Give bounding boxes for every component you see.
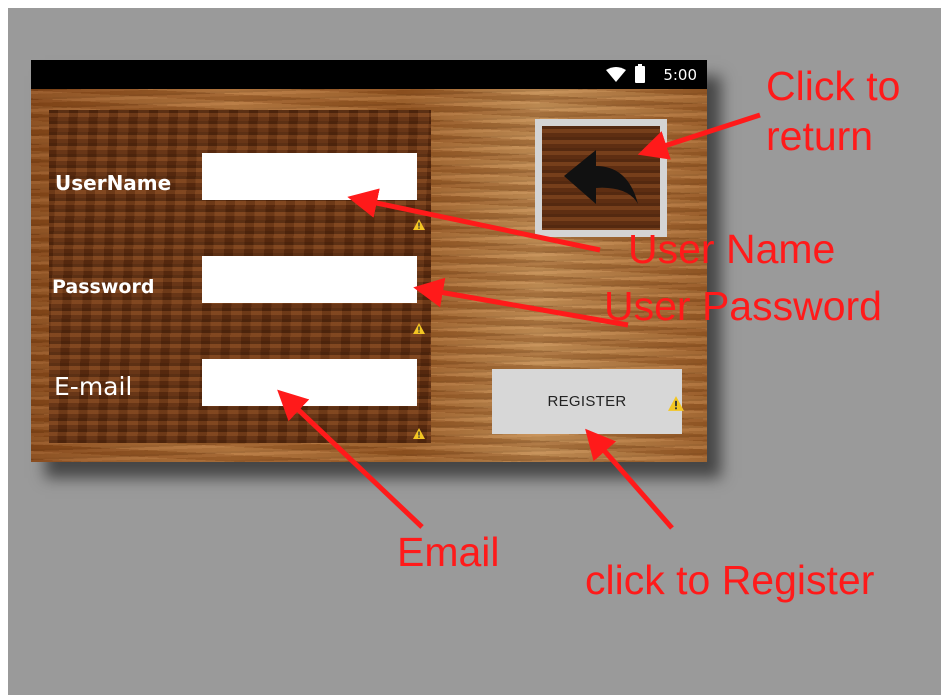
username-label: UserName	[55, 171, 172, 195]
back-button[interactable]	[535, 119, 667, 237]
annotation-user-name: User Name	[628, 226, 836, 272]
annotation-email: Email	[397, 529, 500, 575]
warning-icon	[668, 396, 684, 411]
email-label: E-mail	[54, 372, 133, 401]
status-time: 5:00	[663, 66, 697, 84]
warning-icon	[413, 219, 425, 230]
warning-icon	[413, 323, 425, 334]
register-screen: UserName Password E-mail REGISTER	[31, 89, 707, 462]
username-input[interactable]	[202, 153, 417, 200]
annotation-return-line2: return	[766, 113, 874, 159]
password-input[interactable]	[202, 256, 417, 303]
back-button-face	[542, 126, 660, 230]
back-arrow-icon	[564, 150, 638, 204]
form-panel: UserName Password E-mail	[49, 110, 431, 443]
wifi-icon	[606, 67, 626, 82]
warning-icon	[413, 428, 425, 439]
register-button[interactable]: REGISTER	[492, 369, 682, 434]
battery-icon	[635, 64, 645, 83]
email-input[interactable]	[202, 359, 417, 406]
phone-screen: 5:00 UserName Password E-mail REGISTER	[31, 60, 707, 462]
annotation-user-password: User Password	[604, 283, 882, 329]
annotation-register: click to Register	[585, 557, 875, 603]
status-bar: 5:00	[31, 60, 707, 89]
password-label: Password	[52, 276, 155, 298]
annotation-return-line1: Click to	[766, 63, 901, 109]
